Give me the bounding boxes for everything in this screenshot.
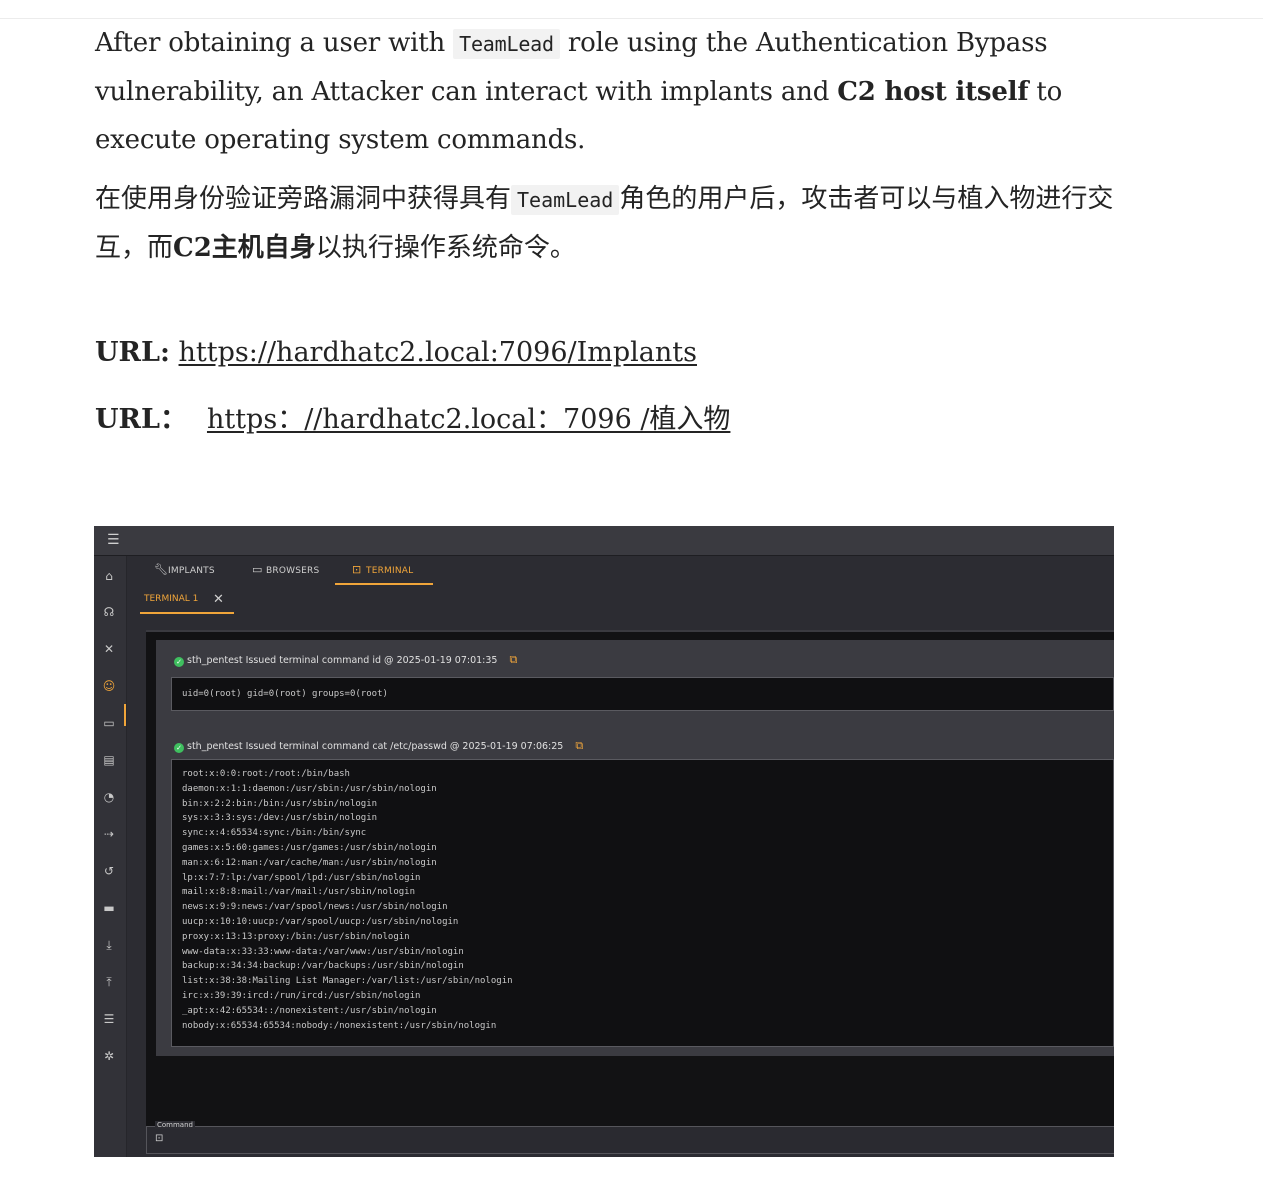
terminal-icon: ⊡ <box>352 563 362 576</box>
inline-code: TeamLead <box>511 185 620 215</box>
sidebar-active-indicator <box>124 704 126 726</box>
url-line: URL: https://hardhatc2.local:7096/Implan… <box>95 337 697 368</box>
tools-icon[interactable]: ✕ <box>101 641 117 657</box>
subtab-terminal-1[interactable]: TERMINAL 1 <box>144 594 198 604</box>
inline-code: TeamLead <box>453 29 560 59</box>
url-link[interactable]: https://hardhatc2.local:7096/Implants <box>179 337 697 368</box>
card-icon[interactable]: ▬ <box>101 900 117 916</box>
tab-label: TERMINAL <box>366 566 414 576</box>
text-segment: 以执行操作系统命令。 <box>315 233 576 263</box>
keyboard-icon[interactable]: ▤ <box>101 752 117 768</box>
success-icon: ✓ <box>174 743 184 753</box>
paragraph-english: After obtaining a user with TeamLead rol… <box>95 19 1115 164</box>
home-icon[interactable]: ⌂ <box>101 568 117 584</box>
bold-text: C2主机自身 <box>173 233 316 263</box>
tab-implants[interactable]: 🔧︎IMPLANTS <box>154 562 215 584</box>
command-header-text: sth_pentest Issued terminal command id @… <box>187 655 498 666</box>
settings-icon[interactable]: ✲ <box>101 1048 117 1064</box>
text-segment: 在使用身份验证旁路漏洞中获得具有 <box>95 184 512 214</box>
command-block: ✓ sth_pentest Issued terminal command id … <box>156 640 1114 728</box>
tab-terminal[interactable]: ⊡ TERMINAL <box>352 562 413 584</box>
paragraph-chinese: 在使用身份验证旁路漏洞中获得具有 TeamLead 角色的用户后，攻击者可以与植入物… <box>95 175 1115 272</box>
folder-icon: ▭ <box>252 563 263 576</box>
upload-icon[interactable]: ⤒ <box>101 974 117 990</box>
copy-icon[interactable]: ⧉ <box>575 739 583 753</box>
tab-browsers[interactable]: ▭ BROWSERS <box>252 562 319 584</box>
close-icon[interactable]: ✕ <box>213 592 224 607</box>
screenshot-app: ☰ ⌂ ☊ ✕ ☺ ▭ ▤ ◔ ⇢ ↺ ▬ ⤓ ⤒ ☰ ✲ 🔧︎IMPLANTS… <box>94 526 1114 1157</box>
users-icon[interactable]: ☺ <box>101 678 117 694</box>
url-line-zh: URL： https：//hardhatc2.local：7096 /植入物 <box>95 397 730 436</box>
command-input-label: Command <box>155 1121 195 1129</box>
wrench-icon: 🔧︎ <box>154 563 169 576</box>
folder-icon[interactable]: ▭ <box>101 715 117 731</box>
text-segment: After obtaining a user with <box>95 28 454 58</box>
url-link-zh[interactable]: https：//hardhatc2.local：7096 /植入物 <box>207 404 730 435</box>
success-icon: ✓ <box>174 657 184 667</box>
tab-label: BROWSERS <box>266 566 320 576</box>
menu-icon[interactable]: ☰ <box>107 533 120 547</box>
history-icon[interactable]: ↺ <box>101 863 117 879</box>
command-header-text: sth_pentest Issued terminal command cat … <box>187 741 564 752</box>
url-label: URL： <box>95 404 187 435</box>
command-header: ✓ sth_pentest Issued terminal command cat… <box>174 739 583 753</box>
gauge-icon[interactable]: ◔ <box>101 789 117 805</box>
copy-icon[interactable]: ⧉ <box>509 653 517 667</box>
command-block: ✓ sth_pentest Issued terminal command cat… <box>156 726 1114 1056</box>
url-label: URL: <box>95 337 170 368</box>
pivot-icon[interactable]: ⇢ <box>101 826 117 842</box>
command-header: ✓ sth_pentest Issued terminal command id … <box>174 653 517 667</box>
headset-icon[interactable]: ☊ <box>101 604 117 620</box>
active-tab-indicator <box>335 583 433 585</box>
subtab-indicator <box>140 612 234 614</box>
bold-text: C2 host itself <box>837 77 1029 107</box>
command-output: root:x:0:0:root:/root:/bin/bash daemon:x… <box>171 759 1114 1047</box>
app-topbar: ☰ <box>94 526 1114 556</box>
download-icon[interactable]: ⤓ <box>101 937 117 953</box>
sidebar: ⌂ ☊ ✕ ☺ ▭ ▤ ◔ ⇢ ↺ ▬ ⤓ ⤒ ☰ ✲ <box>94 556 127 1157</box>
checklist-icon[interactable]: ☰ <box>101 1011 117 1027</box>
command-output: uid=0(root) gid=0(root) groups=0(root) <box>171 677 1114 711</box>
tab-label: IMPLANTS <box>168 566 215 576</box>
command-input[interactable]: Command ⊡ <box>146 1121 1114 1154</box>
terminal-icon: ⊡ <box>155 1133 164 1144</box>
